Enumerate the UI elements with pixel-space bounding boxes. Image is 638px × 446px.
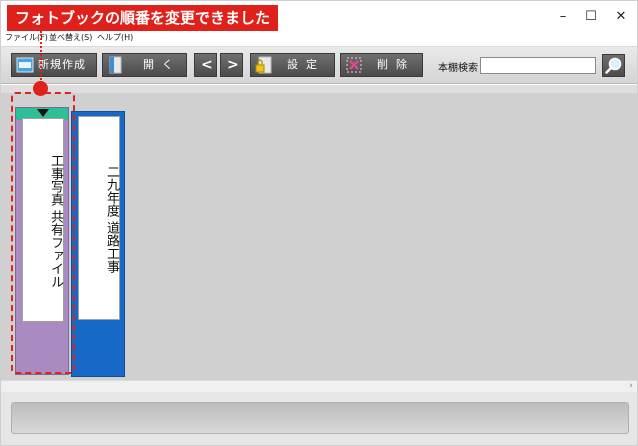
new-icon (16, 57, 34, 73)
chevron-left-icon: < (201, 57, 213, 73)
highlight-frame (11, 92, 75, 374)
callout-dot (33, 81, 48, 96)
status-area (1, 392, 637, 445)
book-title: 二九年度 道路工事 (104, 164, 119, 274)
callout-connector (40, 31, 42, 83)
new-button-label: 新規作成 (38, 58, 86, 71)
book-spine-label: 二九年度 道路工事 (78, 116, 120, 320)
previous-button[interactable]: < (194, 53, 217, 77)
settings-button[interactable]: 設定 (250, 53, 335, 77)
open-book-icon (109, 56, 122, 74)
search-button[interactable] (602, 54, 625, 77)
book-road-works[interactable]: 二九年度 道路工事 (71, 111, 125, 377)
search-input[interactable] (480, 57, 596, 74)
annotation-callout: フォトブックの順番を変更できました (7, 5, 279, 31)
delete-button-label: 削除 (377, 58, 415, 71)
magnifier-icon (605, 57, 622, 74)
menu-help[interactable]: ヘルプ(H) (97, 31, 133, 45)
horizontal-scrollbar[interactable]: › (1, 380, 637, 392)
chevron-right-icon: > (227, 57, 239, 73)
menu-bar: ファイル(F) 並べ替え(S) ヘルプ(H) (1, 31, 637, 45)
status-panel (11, 402, 629, 434)
menu-sort[interactable]: 並べ替え(S) (49, 31, 92, 45)
settings-button-label: 設定 (287, 58, 325, 71)
delete-button[interactable]: 削除 (340, 53, 423, 77)
minimize-button[interactable]: – (549, 7, 577, 27)
maximize-button[interactable]: ☐ (577, 7, 605, 27)
app-window: – ☐ ✕ フォトブックの順番を変更できました ファイル(F) 並べ替え(S) … (0, 0, 638, 446)
open-button[interactable]: 開く (102, 53, 187, 77)
delete-icon (346, 57, 362, 73)
scroll-right-icon[interactable]: › (625, 380, 637, 392)
new-button[interactable]: 新規作成 (11, 53, 97, 77)
toolbar: 新規作成 開く < > 設定 削除 本棚検索 (1, 46, 637, 84)
next-button[interactable]: > (220, 53, 243, 77)
toolbar-separator (1, 85, 637, 93)
bookshelf: 工事写真 共有ファイル 二九年度 道路工事 (1, 93, 637, 380)
lock-icon (255, 56, 272, 74)
close-button[interactable]: ✕ (607, 7, 635, 27)
open-button-label: 開く (143, 58, 181, 71)
search-label: 本棚検索 (438, 63, 478, 74)
